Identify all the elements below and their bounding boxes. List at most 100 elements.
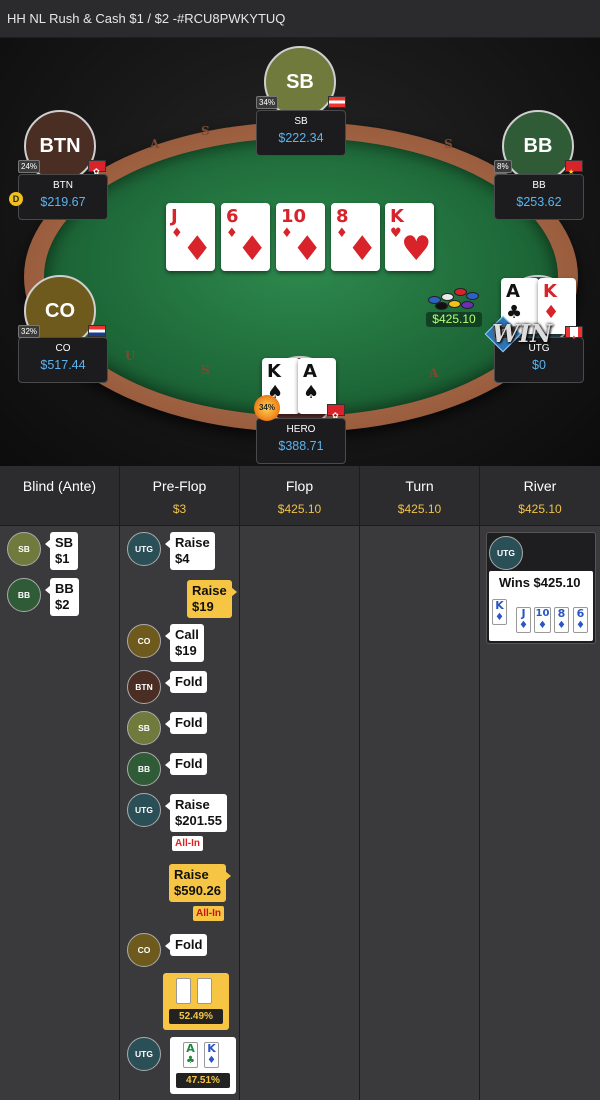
seat-percentage: 24%	[18, 160, 41, 173]
canada-flag-icon: ✦	[565, 326, 583, 342]
history-column-flop: Flop $425.10	[240, 466, 360, 1100]
mini-card: K ♦	[204, 1042, 219, 1068]
seat-plate-co[interactable]: CO $517.44	[18, 337, 108, 383]
card-suit: ♦	[237, 229, 268, 269]
mini-card: 8 ♦	[554, 607, 569, 633]
card-rank: J	[521, 607, 526, 620]
seat-plate-sb[interactable]: SB $222.34	[256, 110, 346, 156]
seat-name: BB	[532, 180, 546, 191]
card-rank: 8	[336, 206, 349, 227]
position-chip-sb: SB	[7, 532, 41, 566]
all-in-tag: All-In	[172, 836, 203, 851]
pot-amount: $425.10	[426, 312, 482, 327]
card-suit: ♦	[576, 620, 585, 631]
win-amount-text: Wins $425.10	[499, 575, 581, 590]
rail-letter: A	[429, 366, 439, 380]
board-card: K ♥ ♥	[385, 203, 434, 271]
card-suit: ♦	[207, 1055, 216, 1066]
card-rank: 10	[281, 206, 307, 227]
seat-stack: $222.34	[278, 131, 324, 145]
column-title: Pre-Flop	[152, 478, 207, 494]
card-suit: ♦	[557, 620, 566, 631]
seat-percentage: 32%	[18, 325, 41, 338]
seat-stack: $388.71	[278, 439, 324, 453]
history-column-turn: Turn $425.10	[360, 466, 480, 1100]
rail-letter: S	[201, 363, 210, 377]
hero-action-bubble: Raise $19	[187, 580, 237, 618]
column-body	[240, 526, 359, 1100]
seat-percentage: 34%	[256, 96, 279, 109]
position-chip-utg: UTG	[489, 536, 523, 570]
card-rank: 8	[557, 607, 566, 620]
seat-stack: $219.67	[40, 195, 86, 209]
river-winner-box: UTG Wins $425.10 K ♦ J ♦ 10 ♦ 8 ♦ 6 ♦	[486, 532, 596, 644]
column-header: River $425.10	[480, 466, 600, 526]
avatar-bb[interactable]: BB	[502, 110, 574, 182]
card-suit: ♦	[538, 620, 547, 631]
position-chip-sb: SB	[127, 711, 161, 745]
card-rank: 6	[576, 607, 585, 620]
card-rank: K	[207, 1042, 216, 1055]
card-suit: ♠	[179, 991, 188, 1002]
column-body	[360, 526, 479, 1100]
rail-letter: U	[125, 349, 136, 363]
action-text: Raise	[192, 583, 227, 598]
seat-plate-hero[interactable]: HERO $388.71	[256, 418, 346, 464]
mini-card: 6 ♦	[573, 607, 588, 633]
card-suit-small: ♦	[336, 226, 348, 241]
column-header: Pre-Flop $3	[120, 466, 239, 526]
equity-percentage: 47.51%	[176, 1073, 230, 1088]
position-chip-utg: UTG	[127, 1037, 161, 1071]
mini-card: A ♣	[183, 1042, 198, 1068]
seat-stack: $517.44	[40, 358, 86, 372]
card-suit: ♠	[303, 382, 320, 403]
column-header: Blind (Ante)	[0, 466, 119, 526]
card-suit: ♦	[519, 620, 528, 631]
card-suit: ♦	[347, 229, 378, 269]
dealer-button-icon: D	[9, 192, 23, 206]
rail-letter: A	[150, 137, 160, 151]
column-pot: $425.10	[397, 502, 442, 516]
column-pot: $425.10	[518, 502, 562, 516]
position-chip-utg: UTG	[127, 793, 161, 827]
win-label: WIN	[492, 319, 553, 348]
hongkong-flag-icon: ✿	[88, 160, 106, 176]
board-card: 10 ♦ ♦	[276, 203, 325, 271]
fire-equity-icon: 34%	[254, 395, 280, 421]
card-rank: K	[543, 281, 557, 302]
rail-letter: S	[444, 137, 453, 151]
seat-name: CO	[55, 343, 71, 354]
action-amount: $2	[55, 597, 70, 612]
hongkong-flag-icon: ✿	[327, 404, 345, 420]
action-text: SB	[55, 535, 74, 550]
column-title: River	[523, 478, 557, 494]
action-bubble: Fold	[164, 712, 208, 734]
position-chip-utg: UTG	[127, 532, 161, 566]
board-card: J ♦ ♦	[166, 203, 215, 271]
action-bubble: Fold	[164, 671, 208, 693]
position-chip-bb: BB	[7, 578, 41, 612]
seat-plate-btn[interactable]: BTN $219.67	[18, 174, 108, 220]
column-title: Blind (Ante)	[22, 478, 97, 494]
seat-name: HERO	[286, 424, 316, 435]
card-rank: 6	[226, 206, 239, 227]
card-suit: ♣	[186, 1055, 195, 1066]
austria-flag-icon	[328, 96, 346, 108]
action-text: Raise	[175, 535, 210, 550]
card-suit-small: ♦	[281, 226, 293, 241]
column-pot: $3	[172, 502, 187, 516]
card-rank: K	[495, 599, 504, 612]
seat-name: BTN	[53, 180, 73, 191]
position-chip-bb: BB	[127, 752, 161, 786]
column-header: Flop $425.10	[240, 466, 359, 526]
card-suit: ♦	[292, 229, 323, 269]
card-rank: K	[390, 206, 404, 227]
card-rank: A	[186, 1042, 195, 1055]
seat-plate-bb[interactable]: BB $253.62	[494, 174, 584, 220]
all-in-tag: All-In	[193, 906, 224, 921]
position-chip-co: CO	[127, 933, 161, 967]
action-amount: $19	[175, 643, 197, 658]
card-suit-small: ♦	[171, 226, 183, 241]
action-amount: $590.26	[174, 883, 221, 898]
card-suit: ♦	[495, 612, 504, 623]
